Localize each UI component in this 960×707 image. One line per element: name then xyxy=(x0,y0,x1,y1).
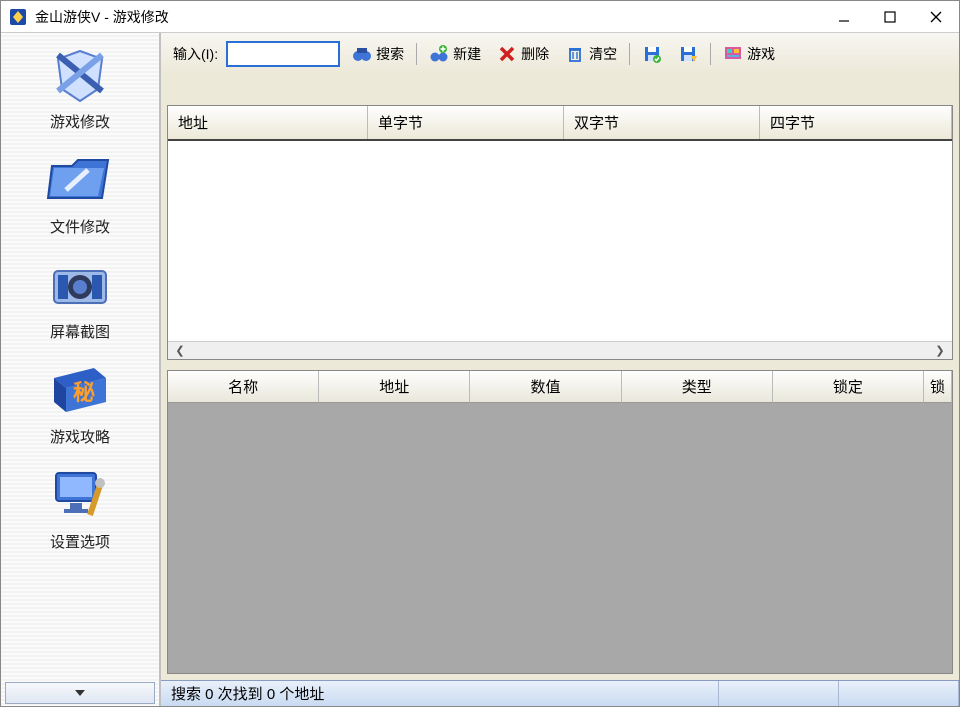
window-title: 金山游侠V - 游戏修改 xyxy=(35,7,821,27)
scroll-left-icon: ❮ xyxy=(172,344,188,357)
column-address[interactable]: 地址 xyxy=(168,106,368,139)
close-icon xyxy=(930,11,942,23)
floppy-save-icon xyxy=(642,44,662,64)
table-header-row: 地址 单字节 双字节 四字节 xyxy=(168,106,952,141)
column-type[interactable]: 类型 xyxy=(622,371,773,403)
maximize-icon xyxy=(884,11,896,23)
separator xyxy=(416,43,417,65)
maximize-button[interactable] xyxy=(867,1,913,32)
app-icon xyxy=(9,8,27,26)
book-secret-icon: 秘 xyxy=(44,358,116,420)
search-button[interactable]: 搜索 xyxy=(348,42,408,66)
sidebar-item-label: 游戏修改 xyxy=(1,111,159,132)
separator xyxy=(710,43,711,65)
column-double-byte[interactable]: 双字节 xyxy=(564,106,760,139)
column-name[interactable]: 名称 xyxy=(168,371,319,403)
column-value[interactable]: 数值 xyxy=(470,371,621,403)
column-single-byte[interactable]: 单字节 xyxy=(368,106,564,139)
status-cell-2 xyxy=(719,681,839,706)
column-address[interactable]: 地址 xyxy=(319,371,470,403)
sidebar-item-game-modify[interactable]: 游戏修改 xyxy=(1,33,159,138)
new-label: 新建 xyxy=(453,44,481,64)
close-button[interactable] xyxy=(913,1,959,32)
delete-label: 删除 xyxy=(521,44,549,64)
camera-icon xyxy=(44,253,116,315)
delete-x-icon xyxy=(497,44,517,64)
sidebar-item-settings[interactable]: 设置选项 xyxy=(1,453,159,558)
statusbar: 搜索 0 次找到 0 个地址 xyxy=(161,680,959,706)
sidebar-item-label: 游戏攻略 xyxy=(1,426,159,447)
horizontal-scrollbar[interactable]: ❮ ❯ xyxy=(168,341,952,359)
chevron-down-icon xyxy=(75,690,85,696)
sidebar-item-screenshot[interactable]: 屏幕截图 xyxy=(1,243,159,348)
monitor-wrench-icon xyxy=(44,463,116,525)
column-lock-partial[interactable]: 锁 xyxy=(924,371,952,403)
minimize-button[interactable] xyxy=(821,1,867,32)
edit-list-table: 名称 地址 数值 类型 锁定 锁 xyxy=(167,370,953,674)
binoculars-icon xyxy=(352,44,372,64)
binoculars-plus-icon xyxy=(429,44,449,64)
toolbar: 输入(I): 搜索 新建 删除 清空 xyxy=(161,33,959,75)
search-label: 搜索 xyxy=(376,44,404,64)
column-quad-byte[interactable]: 四字节 xyxy=(760,106,952,139)
separator xyxy=(629,43,630,65)
game-icon xyxy=(723,44,743,64)
column-lock[interactable]: 锁定 xyxy=(773,371,924,403)
save-button[interactable] xyxy=(638,42,666,66)
search-result-table: 地址 单字节 双字节 四字节 ❮ ❯ xyxy=(167,105,953,360)
sidebar-scroll-down[interactable] xyxy=(5,682,155,704)
open-button[interactable] xyxy=(674,42,702,66)
status-text: 搜索 0 次找到 0 个地址 xyxy=(161,681,719,706)
search-result-body[interactable] xyxy=(168,141,952,341)
svg-text:秘: 秘 xyxy=(73,380,95,405)
search-input[interactable] xyxy=(226,41,340,67)
edit-list-body[interactable] xyxy=(168,403,952,673)
scroll-right-icon: ❯ xyxy=(932,344,948,357)
status-cell-3 xyxy=(839,681,959,706)
sidebar-item-file-modify[interactable]: 文件修改 xyxy=(1,138,159,243)
clear-label: 清空 xyxy=(589,44,617,64)
sidebar-item-label: 屏幕截图 xyxy=(1,321,159,342)
trash-icon xyxy=(565,44,585,64)
titlebar: 金山游侠V - 游戏修改 xyxy=(1,1,959,33)
folder-edit-icon xyxy=(44,148,116,210)
game-label: 游戏 xyxy=(747,44,775,64)
game-button[interactable]: 游戏 xyxy=(719,42,779,66)
sidebar-item-game-guide[interactable]: 秘 游戏攻略 xyxy=(1,348,159,453)
clear-button[interactable]: 清空 xyxy=(561,42,621,66)
input-label: 输入(I): xyxy=(173,44,218,64)
new-button[interactable]: 新建 xyxy=(425,42,485,66)
swords-shield-icon xyxy=(44,43,116,105)
minimize-icon xyxy=(838,11,850,23)
table-header-row: 名称 地址 数值 类型 锁定 锁 xyxy=(168,371,952,403)
main-area: 输入(I): 搜索 新建 删除 清空 xyxy=(161,33,959,706)
sidebar: 游戏修改 文件修改 屏幕截图 秘 xyxy=(1,33,161,706)
floppy-open-icon xyxy=(678,44,698,64)
delete-button[interactable]: 删除 xyxy=(493,42,553,66)
sidebar-item-label: 文件修改 xyxy=(1,216,159,237)
sidebar-item-label: 设置选项 xyxy=(1,531,159,552)
